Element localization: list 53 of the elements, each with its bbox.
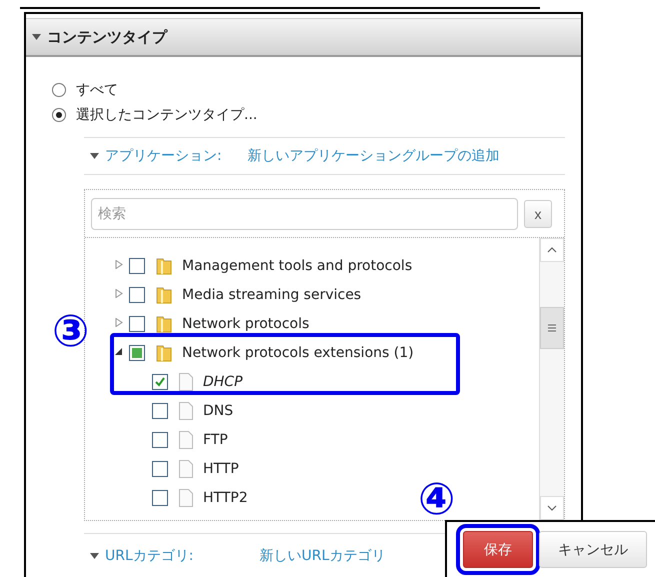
search-field[interactable]: 検索 xyxy=(91,198,518,230)
clear-button[interactable]: x xyxy=(524,200,552,228)
tree-item-label[interactable]: Network protocols xyxy=(182,316,310,332)
checkbox[interactable] xyxy=(152,402,168,418)
checkbox[interactable] xyxy=(152,490,168,506)
folder-icon xyxy=(155,314,173,334)
folder-icon xyxy=(155,256,173,276)
tree-item-label[interactable]: Media streaming services xyxy=(182,286,362,302)
collapsed-arrow-icon[interactable] xyxy=(115,260,123,268)
document-icon xyxy=(178,430,194,450)
folder-icon xyxy=(155,342,173,362)
cancel-button[interactable]: キャンセル xyxy=(539,531,647,568)
radio-button[interactable] xyxy=(52,108,66,122)
collapsed-arrow-icon[interactable] xyxy=(115,318,123,326)
checkbox[interactable] xyxy=(129,316,145,332)
folder-icon xyxy=(155,284,173,304)
section-label: アプリケーション: xyxy=(105,147,222,165)
annotation-number: ③ xyxy=(52,310,90,354)
radio-label: すべて xyxy=(76,80,118,98)
checkbox[interactable] xyxy=(129,286,145,302)
tree-item-label[interactable]: Network protocols extensions (1) xyxy=(182,344,414,360)
checkbox[interactable] xyxy=(152,460,168,476)
collapsed-arrow-icon[interactable] xyxy=(115,288,123,298)
section-label: URLカテゴリ: xyxy=(105,547,194,565)
checkbox[interactable] xyxy=(129,344,145,360)
scrollbar[interactable] xyxy=(539,238,564,520)
tree-item-label[interactable]: Management tools and protocols xyxy=(182,258,412,274)
tree-item-label[interactable]: DHCP xyxy=(203,374,243,390)
add-group-link[interactable]: 新しいアプリケーショングループの追加 xyxy=(248,147,500,165)
tree-item-label[interactable]: HTTP2 xyxy=(203,490,248,506)
checkbox[interactable] xyxy=(152,374,168,390)
document-icon xyxy=(178,488,194,508)
checkbox[interactable] xyxy=(152,432,168,448)
grip-icon xyxy=(547,324,557,332)
radio-button[interactable] xyxy=(52,82,66,96)
tree-item-label[interactable]: DNS xyxy=(203,402,234,418)
panel-title: コンテンツタイプ xyxy=(47,28,167,46)
document-icon xyxy=(178,458,194,478)
document-icon xyxy=(178,372,194,392)
caret-icon[interactable] xyxy=(90,553,99,559)
annotation-number: ④ xyxy=(418,478,456,522)
checkbox[interactable] xyxy=(129,258,145,274)
expanded-arrow-icon[interactable] xyxy=(115,346,123,356)
tree-item-label[interactable]: HTTP xyxy=(203,460,239,476)
scroll-thumb[interactable] xyxy=(540,307,564,349)
document-icon xyxy=(178,400,194,420)
chevron-up-icon xyxy=(547,247,557,253)
caret-icon[interactable] xyxy=(90,153,99,159)
panel-header[interactable]: コンテンツタイプ xyxy=(26,18,581,57)
chevron-down-icon xyxy=(547,505,557,511)
tree-item-label[interactable]: FTP xyxy=(203,432,228,448)
add-category-link[interactable]: 新しいURLカテゴリ xyxy=(260,547,386,565)
radio-label: 選択したコンテンツタイプ... xyxy=(76,106,258,124)
